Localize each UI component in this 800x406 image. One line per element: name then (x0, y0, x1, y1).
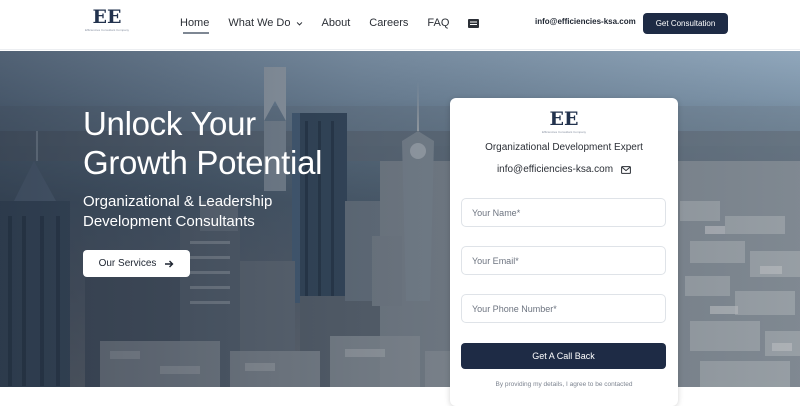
email-input[interactable] (461, 246, 666, 275)
site-header: EE Efficiencies Consultant Company Home … (0, 0, 800, 50)
main-nav: Home What We Do About Careers FAQ (180, 0, 498, 46)
form-email-row[interactable]: info@efficiencies-ksa.com (450, 164, 678, 175)
phone-input[interactable] (461, 294, 666, 323)
envelope-icon (621, 165, 631, 174)
consent-text: By providing my details, I agree to be c… (495, 381, 633, 388)
nav-item-home[interactable]: Home (180, 0, 210, 46)
hero-subtitle-line: Development Consultants (83, 213, 255, 230)
get-consultation-button[interactable]: Get Consultation (643, 13, 728, 34)
nav-item-label: FAQ (427, 17, 450, 29)
nav-item-label: Home (180, 17, 210, 29)
header-email-link[interactable]: info@efficiencies-ksa.com (535, 17, 636, 26)
hero-subtitle-line: Organizational & Leadership (83, 193, 273, 210)
logo-tagline: Efficiencies Consultant Company (85, 28, 129, 32)
callback-form-card: EE Efficiencies Consultant Company Organ… (450, 98, 678, 406)
hero-section: Unlock Your Growth Potential Organizatio… (0, 51, 800, 387)
arrow-right-icon (165, 260, 174, 267)
page-content-start (0, 387, 800, 406)
form-heading: Organizational Development Expert (485, 142, 643, 153)
get-call-back-button[interactable]: Get A Call Back (461, 343, 666, 369)
form-logo: EE Efficiencies Consultant Company (534, 108, 594, 134)
brand-logo[interactable]: EE Efficiencies Consultant Company (84, 6, 130, 38)
form-logo-mark: EE (549, 108, 579, 130)
nav-item-careers[interactable]: Careers (369, 0, 408, 46)
menu-card-button[interactable] (468, 0, 480, 46)
nav-item-faq[interactable]: FAQ (427, 0, 449, 46)
nav-item-label: Careers (369, 17, 409, 29)
nav-item-label: About (321, 17, 351, 29)
nav-item-label: What We Do (228, 17, 291, 29)
nav-item-about[interactable]: About (322, 0, 351, 46)
chevron-down-icon (296, 21, 302, 26)
hero-title-line: Unlock Your (83, 105, 256, 142)
hero-title-line: Growth Potential (83, 144, 323, 181)
hero-title: Unlock Your Growth Potential (83, 104, 403, 182)
hero-subtitle: Organizational & Leadership Development … (83, 192, 383, 232)
our-services-button[interactable]: Our Services (83, 250, 190, 277)
name-input[interactable] (461, 198, 666, 227)
logo-mark: EE (92, 6, 122, 28)
our-services-label: Our Services (98, 258, 157, 269)
menu-card-icon (468, 18, 480, 28)
form-logo-tagline: Efficiencies Consultant Company (542, 130, 586, 134)
form-email-text: info@efficiencies-ksa.com (496, 164, 614, 175)
nav-item-what-we-do[interactable]: What We Do (228, 0, 302, 46)
